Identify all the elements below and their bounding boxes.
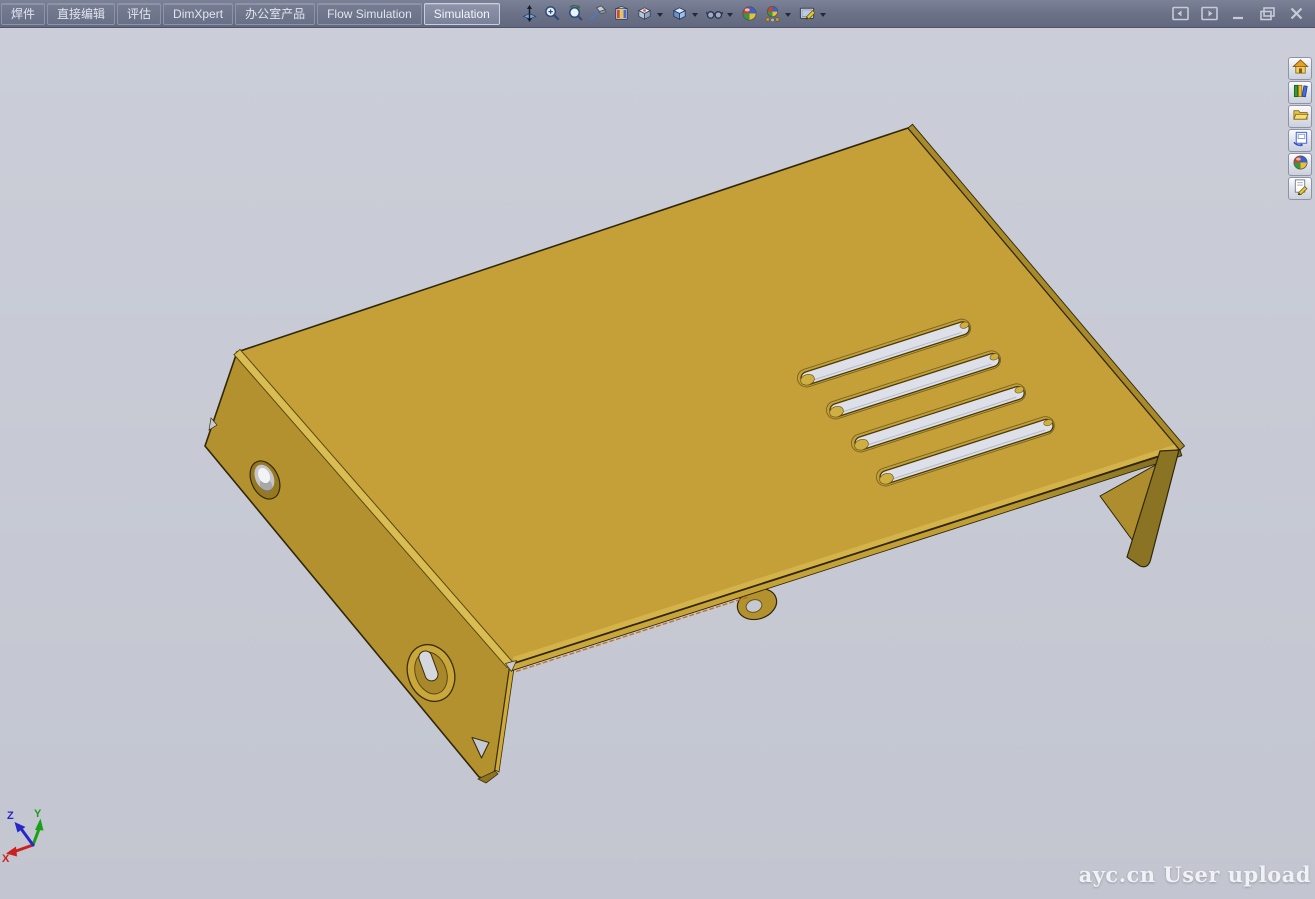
previous-view-icon[interactable]: [564, 2, 587, 25]
window-controls: [1169, 4, 1315, 24]
task-pane-custom-properties-button[interactable]: [1288, 177, 1312, 200]
y-axis-label: Y: [34, 808, 42, 820]
tab-direct-editing[interactable]: 直接编辑: [47, 3, 115, 25]
panel-collapse-left-icon[interactable]: [1169, 4, 1191, 24]
minimize-icon[interactable]: [1227, 4, 1249, 24]
x-axis: [16, 845, 33, 851]
task-pane-view-palette-button[interactable]: [1288, 129, 1312, 152]
annotation-view-icon[interactable]: [610, 2, 633, 25]
dropdown-caret[interactable]: [692, 13, 698, 17]
tab-evaluate[interactable]: 评估: [117, 3, 161, 25]
dropdown-caret[interactable]: [820, 13, 826, 17]
dropdown-caret[interactable]: [727, 13, 733, 17]
task-pane: [1288, 57, 1314, 201]
tab-flow-simulation[interactable]: Flow Simulation: [317, 3, 422, 25]
tab-weldments[interactable]: 焊件: [1, 3, 45, 25]
section-view-icon[interactable]: [587, 2, 610, 25]
zoom-to-area-icon[interactable]: [541, 2, 564, 25]
apply-scene-icon[interactable]: [738, 2, 761, 25]
task-pane-file-explorer-button[interactable]: [1288, 105, 1312, 128]
z-axis-label: Z: [7, 810, 14, 822]
z-axis: [22, 830, 33, 845]
file-explorer-folder-icon: [1292, 106, 1309, 128]
part-model[interactable]: [205, 124, 1185, 783]
panel-collapse-right-icon[interactable]: [1198, 4, 1220, 24]
close-icon[interactable]: [1285, 4, 1307, 24]
x-axis-label: X: [2, 853, 10, 865]
view-orientation-icon[interactable]: [633, 2, 656, 25]
view-heads-up-toolbar: [518, 0, 831, 27]
design-library-icon: [1292, 82, 1309, 104]
title-bar: 焊件 直接编辑 评估 DimXpert 办公室产品 Flow Simulatio…: [0, 0, 1315, 28]
model-scene: X Y Z: [0, 0, 1315, 899]
hide-show-items-icon[interactable]: [703, 2, 726, 25]
appearances-scene-icon: [1292, 154, 1309, 176]
task-pane-resources-button[interactable]: [1288, 57, 1312, 80]
task-pane-design-library-button[interactable]: [1288, 81, 1312, 104]
task-pane-appearances-button[interactable]: [1288, 153, 1312, 176]
view-settings-icon[interactable]: [796, 2, 819, 25]
tab-dimxpert[interactable]: DimXpert: [163, 3, 233, 25]
custom-properties-icon: [1292, 178, 1309, 200]
dropdown-caret[interactable]: [785, 13, 791, 17]
tab-simulation[interactable]: Simulation: [424, 3, 500, 25]
restore-icon[interactable]: [1256, 4, 1278, 24]
reference-triad: X Y Z: [2, 808, 44, 865]
edit-appearance-icon[interactable]: [761, 2, 784, 25]
zoom-to-fit-icon[interactable]: [518, 2, 541, 25]
dropdown-caret[interactable]: [657, 13, 663, 17]
view-palette-icon: [1292, 130, 1309, 152]
tab-office-products[interactable]: 办公室产品: [235, 3, 315, 25]
home-icon: [1292, 58, 1309, 80]
y-arrowhead: [35, 819, 44, 831]
display-style-icon[interactable]: [668, 2, 691, 25]
y-axis: [33, 829, 39, 845]
command-manager-tabs: 焊件 直接编辑 评估 DimXpert 办公室产品 Flow Simulatio…: [0, 0, 502, 27]
